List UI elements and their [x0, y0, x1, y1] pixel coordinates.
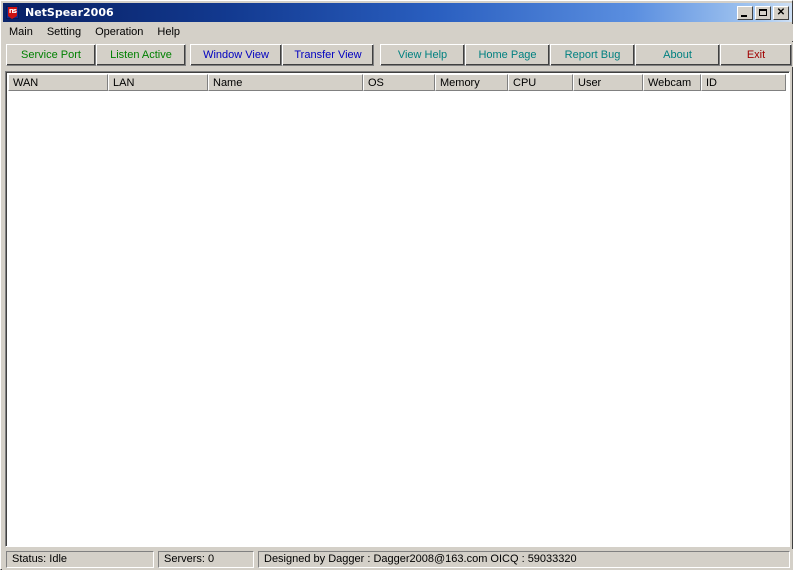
- column-header-user[interactable]: User: [573, 74, 643, 91]
- server-list-view[interactable]: WANLANNameOSMemoryCPUUserWebcamID: [5, 71, 790, 547]
- server-list-body[interactable]: [8, 91, 788, 545]
- menu-bar: MainSettingOperationHelp: [2, 24, 793, 41]
- column-header-name[interactable]: Name: [208, 74, 363, 91]
- toolbar: Service PortListen ActiveWindow ViewTran…: [2, 42, 793, 67]
- toolbar-group-help-group: View HelpHome PageReport BugAbout: [380, 44, 720, 66]
- toolbar-group-exit-group: Exit: [720, 44, 792, 66]
- menu-item-main[interactable]: Main: [2, 25, 40, 41]
- toolbar-button-service-port[interactable]: Service Port: [6, 44, 96, 66]
- status-panel-servers: Servers: 0: [158, 551, 254, 568]
- caption-button-group: ✕: [737, 6, 789, 20]
- title-bar[interactable]: ns NetSpear2006 ✕: [3, 3, 792, 22]
- column-header-lan[interactable]: LAN: [108, 74, 208, 91]
- column-header-webcam[interactable]: Webcam: [643, 74, 701, 91]
- toolbar-button-exit[interactable]: Exit: [720, 44, 792, 66]
- column-header-id[interactable]: ID: [701, 74, 786, 91]
- toolbar-button-view-help[interactable]: View Help: [380, 44, 465, 66]
- close-icon[interactable]: ✕: [773, 6, 789, 20]
- menu-item-help[interactable]: Help: [150, 25, 187, 41]
- toolbar-button-home-page[interactable]: Home Page: [465, 44, 550, 66]
- toolbar-group-view-group: Window ViewTransfer View: [190, 44, 374, 66]
- application-window: ns NetSpear2006 ✕ MainSettingOperationHe…: [0, 0, 793, 570]
- column-header-wan[interactable]: WAN: [8, 74, 108, 91]
- status-panel-credits: Designed by Dagger : Dagger2008@163.com …: [258, 551, 790, 568]
- netspear-app-icon: ns: [5, 5, 21, 20]
- column-header-memory[interactable]: Memory: [435, 74, 508, 91]
- status-bar: Status: IdleServers: 0Designed by Dagger…: [2, 549, 793, 570]
- menu-item-setting[interactable]: Setting: [40, 25, 88, 41]
- toolbar-button-window-view[interactable]: Window View: [190, 44, 282, 66]
- maximize-icon[interactable]: [755, 6, 771, 20]
- minimize-icon[interactable]: [737, 6, 753, 20]
- column-header-cpu[interactable]: CPU: [508, 74, 573, 91]
- toolbar-button-transfer-view[interactable]: Transfer View: [282, 44, 374, 66]
- toolbar-group-server-group: Service PortListen Active: [6, 44, 186, 66]
- toolbar-button-listen-active[interactable]: Listen Active: [96, 44, 186, 66]
- column-header-os[interactable]: OS: [363, 74, 435, 91]
- toolbar-button-about[interactable]: About: [635, 44, 720, 66]
- column-header-row: WANLANNameOSMemoryCPUUserWebcamID: [8, 74, 786, 91]
- toolbar-button-report-bug[interactable]: Report Bug: [550, 44, 635, 66]
- status-panel-state: Status: Idle: [6, 551, 154, 568]
- menu-item-operation[interactable]: Operation: [88, 25, 150, 41]
- window-title: NetSpear2006: [25, 6, 114, 19]
